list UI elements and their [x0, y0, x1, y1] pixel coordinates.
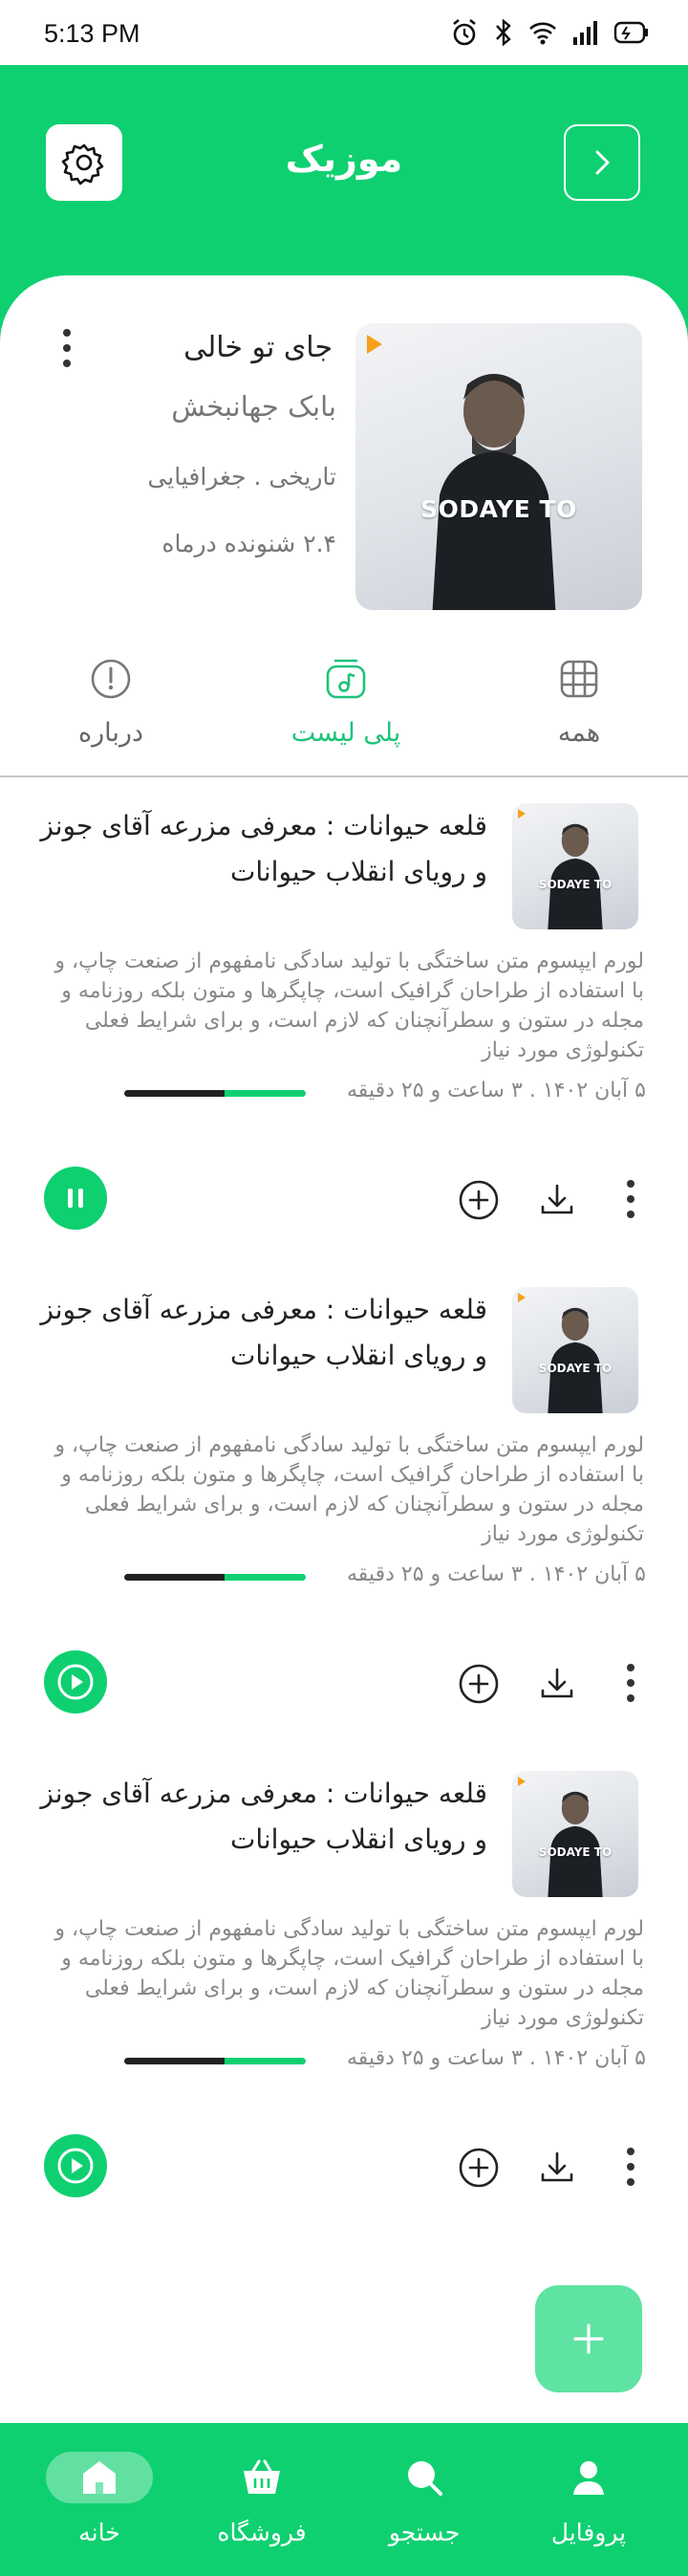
progress-fill: [124, 2058, 225, 2064]
add-circle-icon: [459, 1180, 499, 1220]
tab-label: پلی لیست: [290, 718, 401, 748]
add-fab-button[interactable]: [535, 2285, 642, 2392]
alarm-icon: [453, 18, 476, 46]
nav-label: پروفایل: [550, 2519, 627, 2546]
download-button[interactable]: [533, 2144, 581, 2192]
song-title: جای تو خالی: [183, 331, 333, 364]
info-icon: [91, 659, 131, 699]
play-badge-icon: [367, 335, 382, 354]
play-button[interactable]: [44, 2134, 107, 2197]
episode-item[interactable]: SODAYE TO قلعه حیوانات : معرفی مزرعه آقا…: [0, 1258, 688, 1741]
progress-fill: [124, 1574, 225, 1581]
download-icon: [541, 1668, 573, 1698]
playlist-icon: [326, 659, 366, 699]
episode-item[interactable]: SODAYE TO قلعه حیوانات : معرفی مزرعه آقا…: [0, 775, 688, 1257]
chevron-right-icon: [595, 150, 610, 175]
nav-item-home[interactable]: خانه: [23, 2452, 176, 2546]
plus-icon: [573, 2324, 604, 2354]
song-artist[interactable]: بابک جهانبخش: [171, 390, 336, 423]
episode-thumbnail: SODAYE TO: [512, 1287, 638, 1413]
app-header: موزیک: [0, 65, 688, 285]
episode-more-button[interactable]: [627, 2148, 634, 2186]
search-icon: [408, 2461, 442, 2496]
wifi-icon: [529, 22, 556, 45]
episode-progress-bar[interactable]: [124, 1090, 306, 1097]
download-icon: [541, 1184, 573, 1214]
signal-icon: [573, 21, 597, 45]
tab-playlist[interactable]: پلی لیست: [250, 653, 441, 748]
album-cover-text: SODAYE TO: [420, 495, 577, 523]
episode-thumbnail: SODAYE TO: [512, 1771, 638, 1897]
add-button[interactable]: [455, 1660, 503, 1708]
album-cover: SODAYE TO: [355, 323, 642, 610]
play-button[interactable]: [44, 1650, 107, 1714]
episode-more-button[interactable]: [627, 1180, 634, 1218]
add-button[interactable]: [455, 1176, 503, 1224]
tab-bar: همه پلی لیست درباره: [0, 653, 688, 777]
episode-more-button[interactable]: [627, 1664, 634, 1702]
grid-icon: [560, 660, 598, 698]
episode-title: قلعه حیوانات : معرفی مزرعه آقای جونز و ر…: [40, 810, 487, 887]
nav-label: جستجو: [388, 2519, 461, 2546]
song-more-button[interactable]: [63, 329, 71, 367]
play-icon: [57, 2148, 94, 2184]
episode-progress-bar[interactable]: [124, 1574, 306, 1581]
download-icon: [541, 2151, 573, 2182]
add-circle-icon: [459, 2148, 499, 2188]
episode-title: قلعه حیوانات : معرفی مزرعه آقای جونز و ر…: [40, 1294, 487, 1371]
nav-item-profile[interactable]: پروفایل: [512, 2452, 665, 2546]
song-listeners: ۲.۴ شنونده درماه: [161, 530, 336, 557]
status-time: 5:13 PM: [44, 19, 140, 48]
episode-description: لورم ایپسوم متن ساختگی با تولید سادگی نا…: [54, 950, 644, 1062]
episode-meta: ۵ آبان ۱۴۰۲ . ۳ ساعت و ۲۵ دقیقه: [347, 2046, 646, 2070]
nav-label: خانه: [78, 2519, 120, 2546]
tab-all[interactable]: همه: [484, 653, 675, 748]
home-icon: [83, 2461, 116, 2494]
episode-meta: ۵ آبان ۱۴۰۲ . ۳ ساعت و ۲۵ دقیقه: [347, 1562, 646, 1586]
episode-description: لورم ایپسوم متن ساختگی با تولید سادگی نا…: [54, 1433, 644, 1546]
content-sheet: SODAYE TO جای تو خالی بابک جهانبخش تاریخ…: [0, 275, 688, 2423]
episode-progress-bar[interactable]: [124, 2058, 306, 2064]
play-icon: [57, 1664, 94, 1700]
battery-icon: [613, 21, 648, 44]
episode-title: قلعه حیوانات : معرفی مزرعه آقای جونز و ر…: [40, 1778, 487, 1855]
tab-label: درباره: [78, 718, 143, 748]
basket-icon: [244, 2459, 280, 2494]
nav-label: فروشگاه: [217, 2519, 307, 2546]
tab-about[interactable]: درباره: [15, 653, 206, 748]
nav-item-search[interactable]: جستجو: [348, 2452, 501, 2546]
add-button[interactable]: [455, 2144, 503, 2192]
episode-meta: ۵ آبان ۱۴۰۲ . ۳ ساعت و ۲۵ دقیقه: [347, 1079, 646, 1102]
add-circle-icon: [459, 1664, 499, 1704]
pause-button[interactable]: [44, 1167, 107, 1230]
progress-fill: [124, 1090, 225, 1097]
tab-label: همه: [557, 718, 601, 748]
artist-photo: [432, 374, 556, 610]
nav-item-shop[interactable]: فروشگاه: [185, 2452, 338, 2546]
download-button[interactable]: [533, 1176, 581, 1224]
episode-item[interactable]: SODAYE TO قلعه حیوانات : معرفی مزرعه آقا…: [0, 1742, 688, 2225]
status-icons: [449, 17, 650, 48]
song-genre: تاریخی . جغرافیایی: [147, 463, 336, 491]
download-button[interactable]: [533, 1660, 581, 1708]
bluetooth-icon: [496, 18, 511, 47]
episode-thumbnail: SODAYE TO: [512, 803, 638, 929]
bottom-nav: پروفایل جستجو فروشگاه خانه: [0, 2423, 688, 2576]
status-bar: 5:13 PM: [0, 0, 688, 65]
episode-description: لورم ایپسوم متن ساختگی با تولید سادگی نا…: [54, 1917, 644, 2030]
back-button[interactable]: [564, 124, 640, 201]
pause-icon: [68, 1189, 83, 1208]
profile-icon: [573, 2461, 604, 2495]
